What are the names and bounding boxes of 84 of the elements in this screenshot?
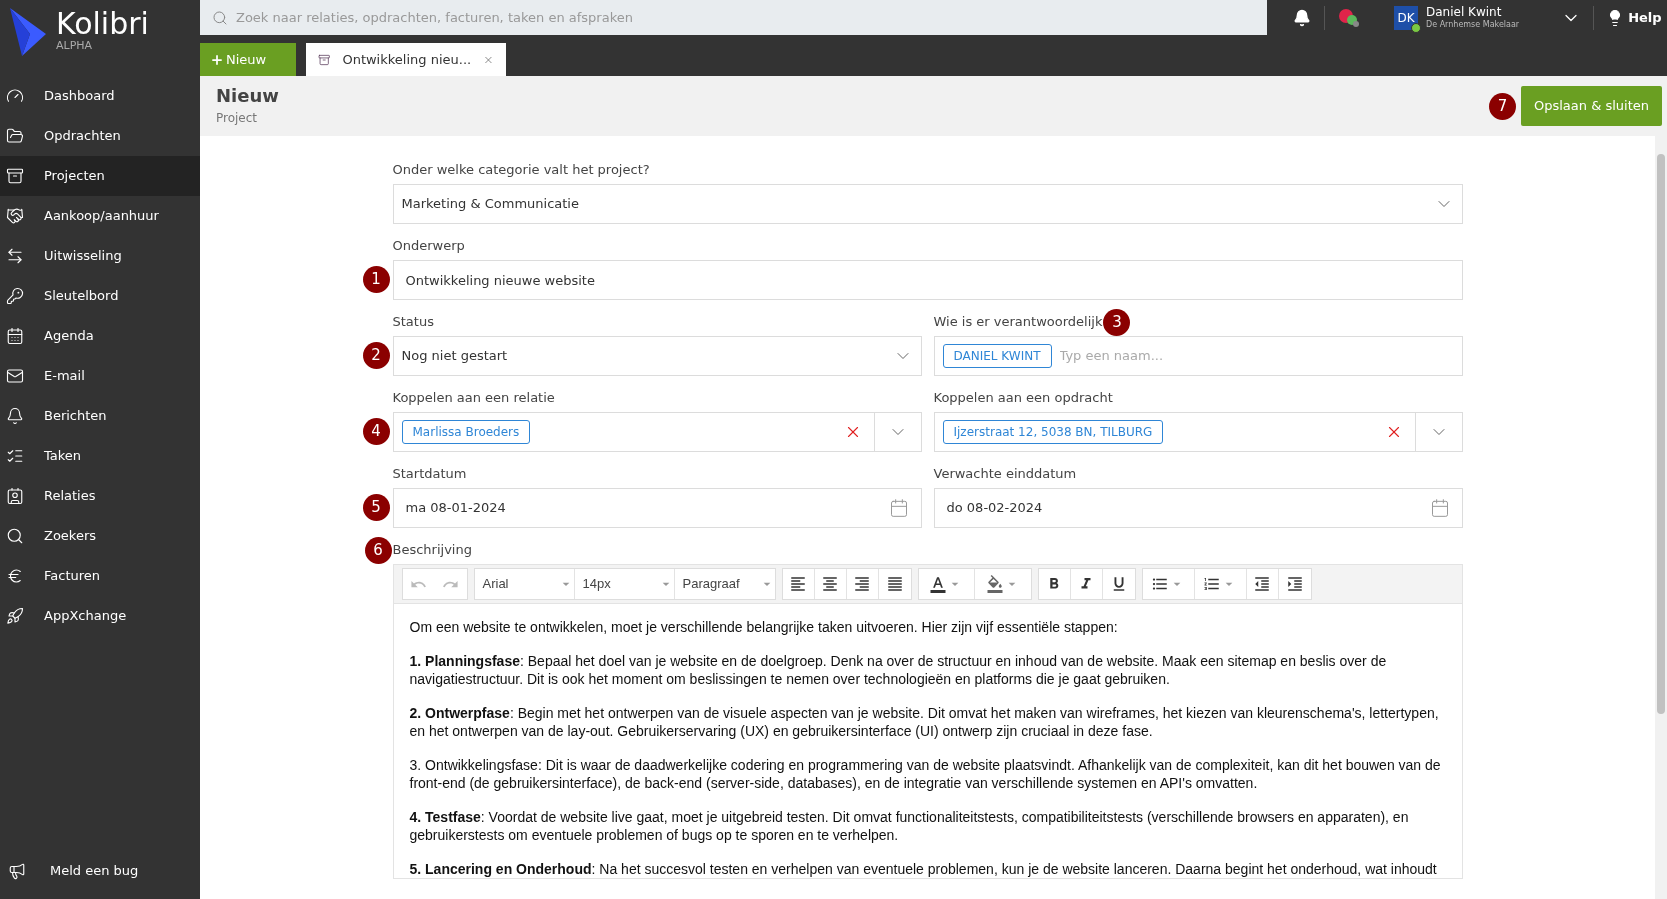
input-field[interactable]: DANIEL KWINT Typ een naam...	[933, 336, 1463, 376]
sidebar-item[interactable]: Sleutelbord	[0, 276, 200, 316]
tag[interactable]: Ijzerstraat 12, 5038 BN, TILBURG	[942, 420, 1164, 444]
dropdown[interactable]: Marketing & Communicatie	[392, 184, 1463, 224]
sidebar-item[interactable]: AppXchange	[0, 596, 200, 636]
calendar-icon[interactable]	[888, 498, 909, 518]
app-logo: Kolibri	[56, 5, 149, 41]
paragraph: 3. Ontwikkelingsfase: Dit is waar de daadwerkelijke codering en programmering van de website plaatsvindt. Afhankelijk van de complexiteit, kan dit het bouwen van de front-end (de gebruikersinterface), de back-end (server-side, databases), en de integratie van verschillende systemen en API's omvatten.	[409, 756, 1442, 792]
checklist-icon	[6, 447, 24, 465]
field-label: Koppelen aan een opdracht	[933, 389, 1113, 408]
mail-icon	[6, 367, 24, 385]
bell-icon	[6, 407, 24, 425]
paragraph: 1. Planningsfase: Bepaal het doel van je website en de doelgroep. Denk na over de structuur en inhoud van de website. Maak een sitemap en beslis over de navigatiestructuur. Dit is ook het moment om beslissingen te nemen over technologieën en platforms die je gaat gebruiken.	[409, 652, 1388, 688]
sidebar-item[interactable]: Aankoop/aanhuur	[0, 196, 200, 236]
toolbar-dropdown[interactable]: 14px	[574, 569, 675, 599]
step-marker: 7	[1489, 92, 1516, 120]
sidebar-item[interactable]: Projecten	[0, 156, 200, 196]
dropdown[interactable]: Ijzerstraat 12, 5038 BN, TILBURG	[933, 412, 1463, 452]
step-marker: 2	[362, 342, 390, 369]
drawer-icon	[6, 167, 24, 185]
sidebar-item[interactable]: Taken	[0, 436, 200, 476]
field-label: Startdatum	[392, 465, 467, 484]
sidebar-item[interactable]: Uitwisseling	[0, 236, 200, 276]
calendar-icon	[6, 327, 24, 345]
sidebar-item[interactable]: Opdrachten	[0, 116, 200, 156]
plus-icon	[210, 52, 224, 67]
toolbar-dropdown[interactable]: Arial	[474, 569, 575, 599]
gauge-icon	[6, 87, 24, 105]
rich-text-editor[interactable]	[392, 564, 1463, 879]
page-title: Nieuw	[216, 84, 279, 108]
field-label: Koppelen aan een relatie	[392, 389, 555, 408]
rocket-icon	[6, 607, 24, 625]
search-icon	[212, 10, 228, 26]
scrollbar[interactable]	[1655, 136, 1667, 899]
dropdown[interactable]: Nog niet gestart	[392, 336, 922, 376]
tag[interactable]: Marlissa Broeders	[401, 420, 531, 444]
date-field[interactable]: ma 08-01-2024	[392, 488, 922, 528]
sidebar-item[interactable]: Relaties	[0, 476, 200, 516]
sidebar-item[interactable]: E-mail	[0, 356, 200, 396]
user-name: Daniel Kwint	[1426, 5, 1503, 20]
handshake-icon	[6, 207, 24, 225]
dropdown[interactable]: Marlissa Broeders	[392, 412, 922, 452]
paragraph: 5. Lancering en Onderhoud: Na het succesvol testen en verhelpen van eventuele problemen, kun je de website lanceren. Daarna begint het onderhoud, wat inhoudt	[409, 860, 1438, 878]
step-marker: 4	[362, 418, 390, 445]
company-name: De Arnhemse Makelaar	[1426, 20, 1520, 30]
contact-icon	[6, 487, 24, 505]
paragraph: Om een website te ontwikkelen, moet je verschillende belangrijke taken uitvoeren. Hier zijn vijf essentiële stappen:	[409, 618, 1119, 636]
folder-icon	[6, 127, 24, 145]
megaphone-icon	[8, 862, 26, 880]
step-marker: 6	[364, 536, 392, 564]
tag[interactable]: DANIEL KWINT	[942, 344, 1052, 368]
search-icon	[6, 527, 24, 545]
notification-bell-icon[interactable]	[1293, 8, 1311, 27]
date-field[interactable]: do 08-02-2024	[933, 488, 1463, 528]
step-marker: 5	[362, 494, 390, 521]
sidebar-item[interactable]: Facturen	[0, 556, 200, 596]
euro-icon	[6, 567, 24, 585]
help-button[interactable]: Help	[1606, 7, 1662, 28]
avatar[interactable]: DK	[1394, 5, 1418, 30]
sidebar-item[interactable]: Berichten	[0, 396, 200, 436]
sidebar-item[interactable]: Zoekers	[0, 516, 200, 556]
field-label: Wie is er verantwoordelijk	[933, 313, 1103, 332]
sidebar-item[interactable]: Agenda	[0, 316, 200, 356]
field-label: Verwachte einddatum	[933, 465, 1077, 484]
page-subtitle: Project	[216, 110, 259, 127]
field-label: Onderwerp	[392, 237, 465, 256]
arrows-icon	[6, 247, 24, 265]
step-marker: 1	[362, 266, 390, 293]
field-label: Status	[392, 313, 434, 332]
step-marker: 3	[1103, 308, 1131, 336]
key-icon	[6, 287, 24, 305]
sidebar-item[interactable]: Dashboard	[0, 76, 200, 116]
toolbar-dropdown[interactable]: Paragraaf	[674, 569, 775, 599]
calendar-icon[interactable]	[1429, 498, 1450, 518]
field-label: Beschrijving	[392, 541, 472, 560]
sidebar-item[interactable]: Meld een bug	[0, 851, 200, 891]
edition-label: ALPHA	[56, 40, 94, 51]
field-label: Onder welke categorie valt het project?	[392, 161, 650, 180]
input-field[interactable]: Ontwikkeling nieuwe website	[392, 260, 1463, 300]
paragraph: 4. Testfase: Voordat de website live gaat, moet je uitgebreid testen. Dit omvat functionaliteitstests, compatibiliteitstests (verschillende browsers en apparaten), en gebruikerstests om eventuele problemen of bugs op te sporen en te verhelpen.	[409, 808, 1410, 844]
search-field[interactable]: Zoek naar relaties, opdrachten, facturen, taken en afspraken	[200, 0, 1267, 35]
paragraph: 2. Ontwerpfase: Begin met het ontwerpen van de visuele aspecten van je website. Dit omvat het maken van wireframes, het kiezen van kleurenschema's, lettertypen, en het ontwerpen van de lay-out. Gebruikerservaring (UX) en gebruikersinterface (UI) ontwerp zijn cruciaal in deze fase.	[409, 704, 1440, 740]
status-icon[interactable]	[1338, 7, 1360, 28]
tab[interactable]: Ontwikkeling nieu...	[306, 43, 506, 76]
